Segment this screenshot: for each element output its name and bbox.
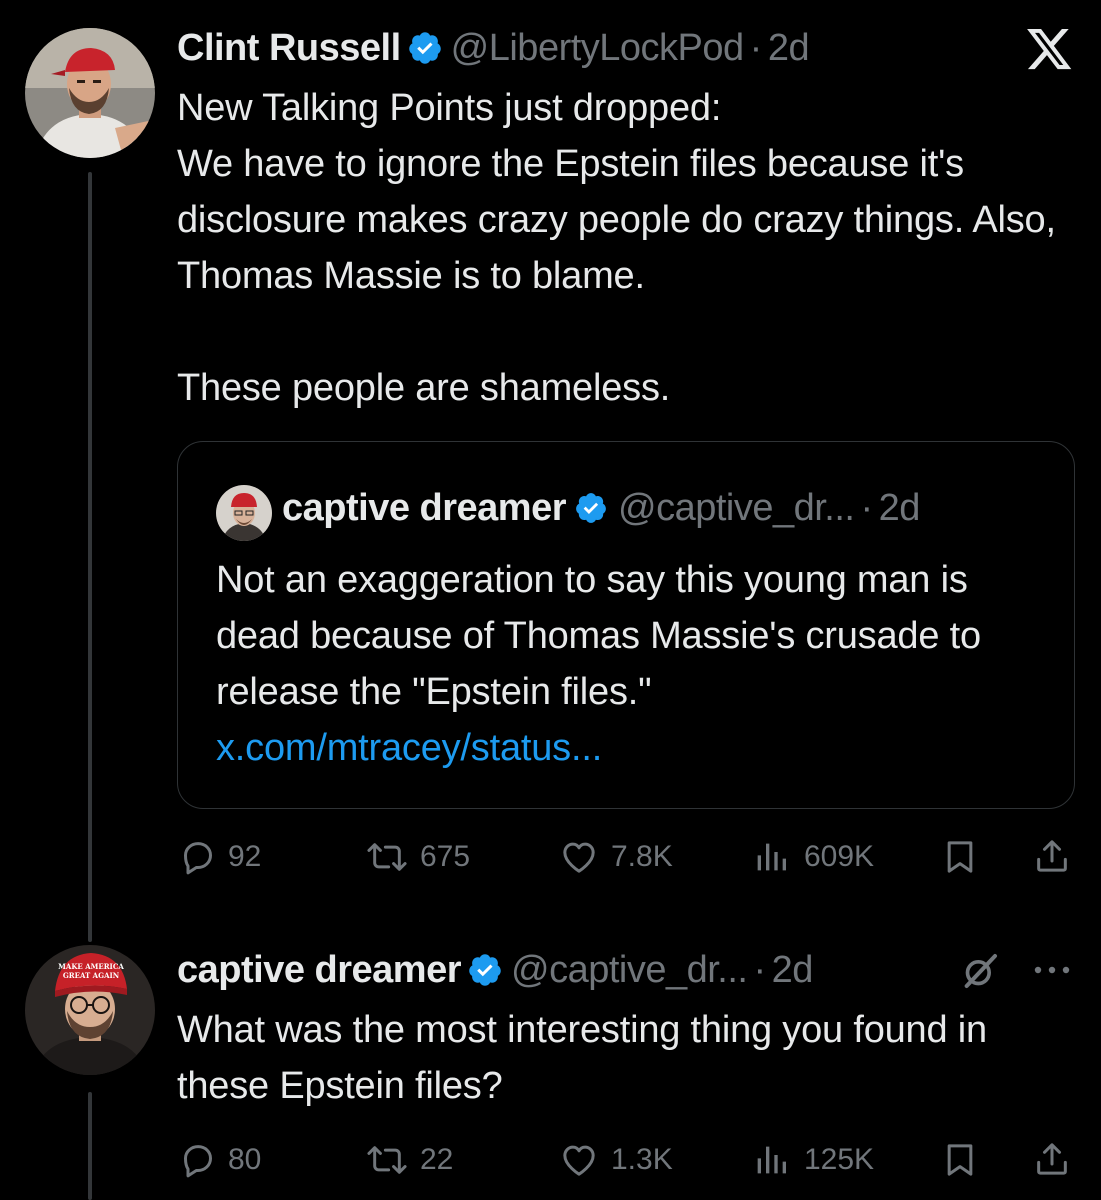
quoted-tweet-text: Not an exaggeration to say this young ma… bbox=[216, 559, 992, 713]
avatar-captive-dreamer[interactable]: MAKE AMERICA GREAT AGAIN bbox=[25, 945, 155, 1075]
like-count: 1.3K bbox=[611, 1143, 673, 1176]
quoted-author-name[interactable]: captive dreamer bbox=[282, 487, 567, 530]
share-icon bbox=[1037, 840, 1067, 872]
svg-text:GREAT AGAIN: GREAT AGAIN bbox=[63, 971, 120, 980]
author-handle[interactable]: @LibertyLockPod bbox=[451, 27, 745, 70]
x-logo-icon bbox=[1026, 28, 1074, 72]
quoted-tweet-link[interactable]: x.com/mtracey/status... bbox=[216, 720, 602, 776]
tweet-text: New Talking Points just dropped: We have… bbox=[177, 87, 1056, 409]
heart-icon bbox=[563, 1145, 595, 1176]
share-button[interactable] bbox=[1030, 833, 1074, 879]
quoted-author-avatar[interactable] bbox=[216, 485, 272, 541]
share-button[interactable] bbox=[1030, 1136, 1074, 1182]
separator-dot: · bbox=[860, 486, 873, 529]
repost-button[interactable]: 675 bbox=[364, 835, 470, 879]
verified-badge-icon bbox=[576, 493, 606, 523]
author-handle[interactable]: @captive_dr... bbox=[511, 949, 748, 992]
bookmark-icon bbox=[947, 841, 973, 873]
tweet-header: captive dreamer @captive_dr... · 2d bbox=[177, 946, 813, 994]
quoted-author-handle[interactable]: @captive_dr... bbox=[618, 487, 855, 530]
timestamp[interactable]: 2d bbox=[772, 949, 814, 992]
repost-count: 675 bbox=[420, 840, 471, 873]
timestamp[interactable]: 2d bbox=[768, 27, 810, 70]
repost-icon bbox=[367, 1146, 407, 1174]
author-name[interactable]: Clint Russell bbox=[177, 27, 401, 70]
like-button[interactable]: 1.3K bbox=[557, 1138, 673, 1182]
views-icon bbox=[757, 1146, 786, 1174]
separator-dot: · bbox=[753, 948, 766, 991]
author-name[interactable]: captive dreamer bbox=[177, 949, 462, 992]
verified-badge-icon bbox=[469, 954, 501, 986]
quoted-tweet-header: captive dreamer @captive_dr... · 2d bbox=[282, 484, 920, 532]
grok-icon[interactable] bbox=[958, 948, 1002, 994]
repost-count: 22 bbox=[420, 1143, 454, 1176]
avatar-clint-russell[interactable] bbox=[25, 28, 155, 158]
views-count: 125K bbox=[804, 1143, 875, 1176]
verified-badge-icon bbox=[408, 32, 441, 64]
share-icon bbox=[1037, 1143, 1067, 1175]
bookmark-icon bbox=[947, 1144, 973, 1176]
repost-button[interactable]: 22 bbox=[364, 1138, 453, 1182]
reply-icon bbox=[184, 1145, 212, 1178]
bookmark-button[interactable] bbox=[938, 835, 982, 879]
tweet-header: Clint Russell @LibertyLockPod · 2d bbox=[177, 24, 810, 72]
bookmark-button[interactable] bbox=[938, 1138, 982, 1182]
views-count: 609K bbox=[804, 840, 875, 873]
reply-count: 80 bbox=[228, 1143, 262, 1176]
more-options-icon[interactable] bbox=[1030, 952, 1074, 988]
reply-button[interactable]: 92 bbox=[178, 835, 261, 879]
quoted-timestamp[interactable]: 2d bbox=[879, 487, 921, 530]
thread-line bbox=[88, 172, 92, 942]
like-button[interactable]: 7.8K bbox=[557, 835, 673, 879]
views-button[interactable]: 125K bbox=[748, 1138, 874, 1182]
repost-icon bbox=[367, 843, 407, 871]
heart-icon bbox=[563, 842, 595, 873]
views-button[interactable]: 609K bbox=[748, 835, 874, 879]
thread-line bbox=[88, 1092, 92, 1200]
svg-text:MAKE AMERICA: MAKE AMERICA bbox=[58, 962, 124, 971]
quoted-tweet-card[interactable]: captive dreamer @captive_dr... · 2d Not … bbox=[177, 441, 1075, 809]
like-count: 7.8K bbox=[611, 840, 673, 873]
views-icon bbox=[757, 843, 786, 871]
separator-dot: · bbox=[749, 26, 763, 69]
reply-button[interactable]: 80 bbox=[178, 1138, 261, 1182]
tweet-text: What was the most interesting thing you … bbox=[177, 1009, 998, 1107]
reply-count: 92 bbox=[228, 840, 262, 873]
reply-icon bbox=[184, 842, 212, 875]
